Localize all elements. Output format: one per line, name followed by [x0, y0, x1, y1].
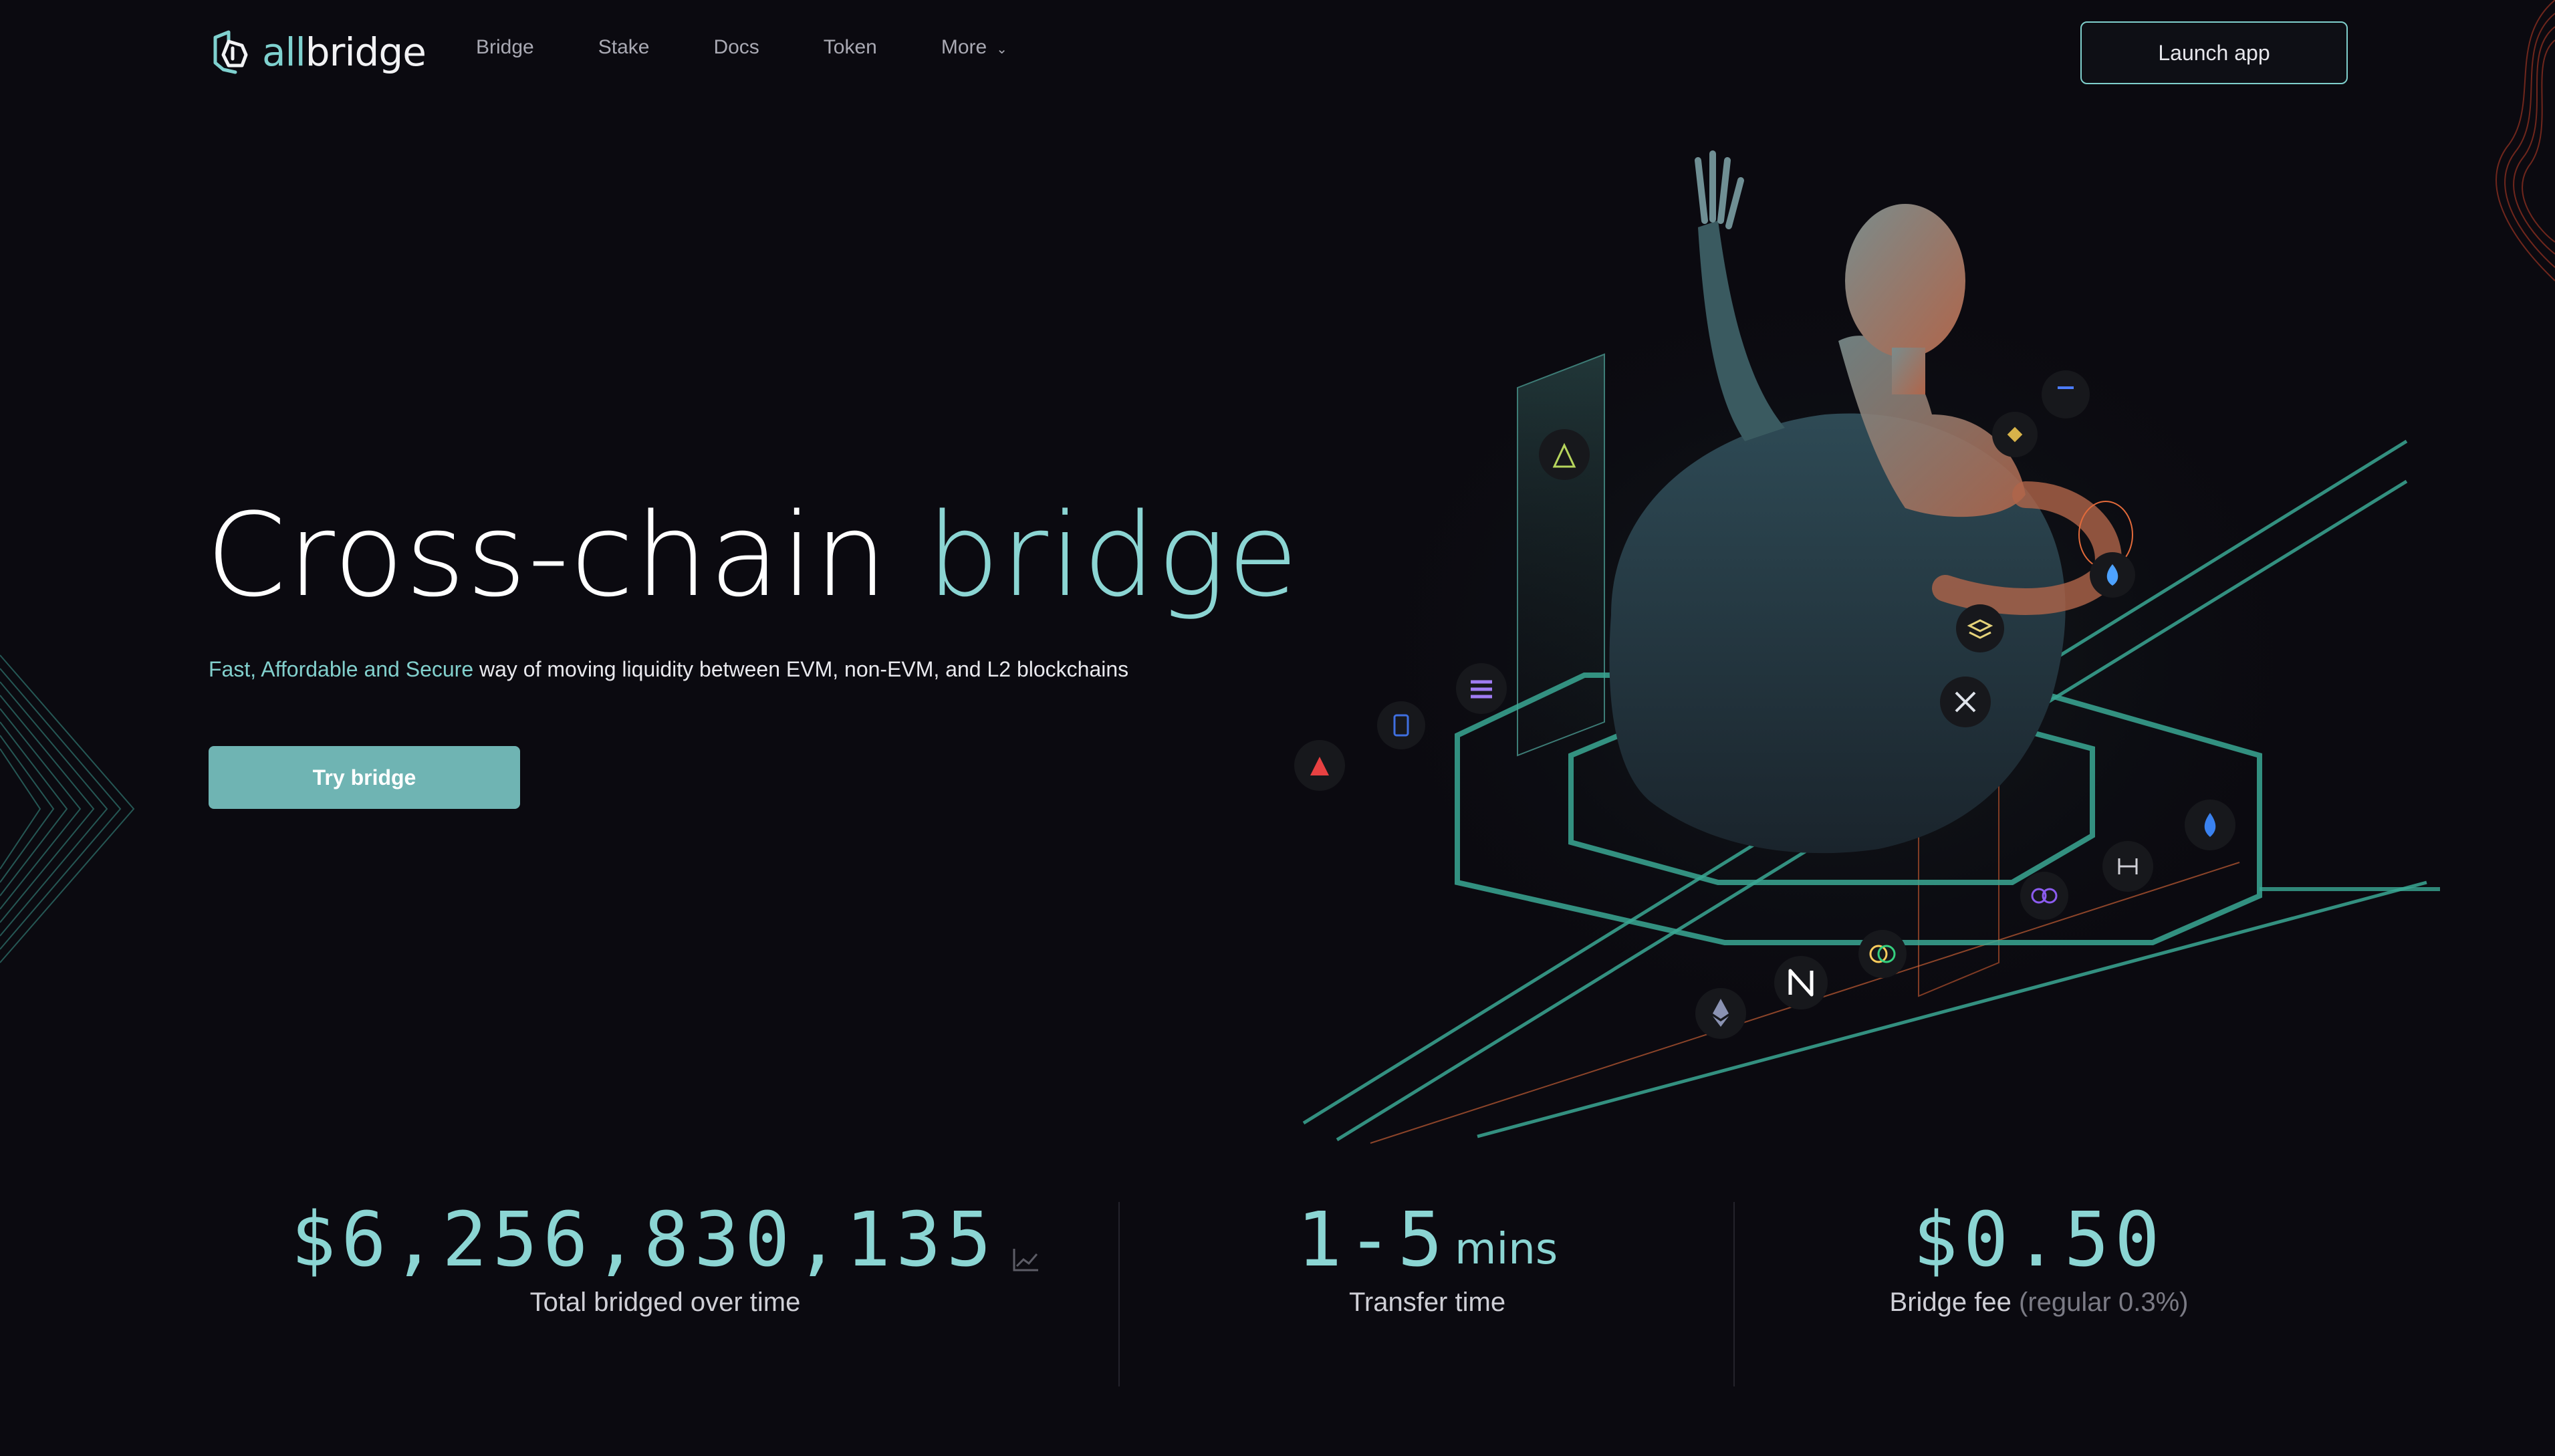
- hero-subtitle-highlight: Fast, Affordable and Secure: [209, 657, 474, 681]
- stat-bridge-fee: $0.50 Bridge fee (regular 0.3%): [1758, 1197, 2320, 1318]
- polygon-icon: [2020, 872, 2068, 920]
- hero-subtitle: Fast, Affordable and Secure way of movin…: [209, 657, 1128, 682]
- nav-dropdown-more-label: More: [941, 36, 987, 58]
- nav-link-docs[interactable]: Docs: [713, 36, 759, 59]
- chevron-down-icon: ⌄: [996, 41, 1007, 57]
- logo-text-main: bridge: [305, 29, 427, 75]
- nav-dropdown-more[interactable]: More ⌄: [941, 36, 1007, 59]
- left-decor-lines: [0, 654, 135, 963]
- allbridge-logo-icon: [213, 30, 248, 74]
- stat-transfer-time-unit: mins: [1455, 1225, 1558, 1274]
- stat-total-bridged-label: Total bridged over time: [529, 1288, 801, 1317]
- stat-total-bridged: $6,256,830,135 Total bridged over time: [281, 1197, 1050, 1318]
- try-bridge-button[interactable]: Try bridge: [209, 746, 520, 809]
- sui-icon: [2090, 552, 2135, 598]
- hero-title: Cross-chain bridge: [206, 488, 1300, 622]
- hero-title-part1: Cross-chain: [206, 488, 889, 622]
- hedera-icon: [2102, 841, 2153, 892]
- stat-transfer-time-number: 1-5: [1296, 1197, 1449, 1284]
- launch-app-button[interactable]: Launch app: [2080, 21, 2348, 84]
- site-header: allbridge Bridge Stake Docs Token More ⌄…: [0, 0, 2555, 107]
- hero-illustration: [1294, 150, 2440, 1144]
- stat-transfer-time-label: Transfer time: [1348, 1288, 1506, 1317]
- allbridge-logo[interactable]: allbridge: [209, 27, 427, 78]
- stat-bridge-fee-value: $0.50: [1758, 1197, 2320, 1284]
- stat-transfer-time: 1-5 mins Transfer time: [1136, 1197, 1718, 1318]
- logo-text: allbridge: [262, 29, 427, 75]
- stack-icon: [1956, 604, 2004, 652]
- stats-divider: [1733, 1202, 1735, 1386]
- solana-icon: [1456, 663, 1507, 714]
- near-icon: [1774, 956, 1828, 1009]
- tron-icon: [1539, 429, 1590, 480]
- nav-link-stake[interactable]: Stake: [598, 36, 650, 59]
- celo-icon: [1858, 930, 1907, 978]
- nav-link-bridge[interactable]: Bridge: [476, 36, 534, 59]
- stats-section: $6,256,830,135 Total bridged over time 1…: [0, 1197, 2555, 1397]
- trend-chart-icon[interactable]: [1013, 1247, 1040, 1271]
- stellar-icon: [1940, 677, 1991, 727]
- bnb-icon: [1992, 412, 2038, 457]
- stats-divider: [1118, 1202, 1120, 1386]
- hero-subtitle-rest: way of moving liquidity between EVM, non…: [473, 657, 1129, 681]
- base-icon: [2185, 800, 2235, 850]
- stat-transfer-time-value: 1-5 mins: [1136, 1197, 1718, 1284]
- main-nav: Bridge Stake Docs Token More ⌄: [476, 36, 1007, 59]
- fantom-icon: [1377, 701, 1425, 749]
- stat-bridge-fee-number: $0.50: [1913, 1197, 2165, 1284]
- stat-bridge-fee-label-main: Bridge fee: [1889, 1288, 2012, 1317]
- tezos-icon: [2042, 370, 2090, 418]
- avalanche-icon: [1294, 740, 1345, 791]
- stat-total-bridged-number: $6,256,830,135: [290, 1197, 997, 1284]
- ethereum-icon: [1695, 988, 1746, 1039]
- stat-bridge-fee-label: Bridge fee (regular 0.3%): [1758, 1288, 2320, 1318]
- stat-bridge-fee-label-muted: (regular 0.3%): [2019, 1288, 2189, 1317]
- nav-link-token[interactable]: Token: [824, 36, 877, 59]
- right-decor-lines: [2496, 0, 2555, 281]
- stat-total-bridged-value: $6,256,830,135: [281, 1197, 1050, 1284]
- logo-text-accent: all: [262, 29, 306, 75]
